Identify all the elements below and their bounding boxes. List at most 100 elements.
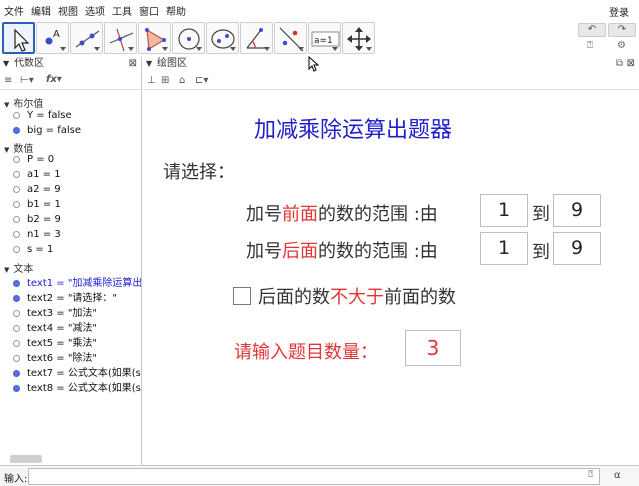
help-icon[interactable]: ⍰ [587,40,593,51]
grid-toggle-icon[interactable]: ⊞ [161,75,169,86]
visibility-toggle[interactable] [13,340,20,347]
graphics-view[interactable]: ▼ 绘图区 ⧉ ⊠ ⊥ ⊞ ⌂ ⊏▾ 加减乘除运算出题器 请选择： 加号前面的数… [143,57,639,465]
list-item[interactable]: n1 = 3 [13,229,141,240]
visibility-toggle[interactable] [13,310,20,317]
menu-tools[interactable]: 工具 [112,3,132,18]
perpendicular-tool-button[interactable] [104,22,137,54]
graphics-subtoolbar: ⊥ ⊞ ⌂ ⊏▾ [143,74,639,90]
list-item[interactable]: text3 = "加法" [13,304,141,319]
gear-icon[interactable]: ⚙ [617,40,626,51]
dropdown-indicator [196,47,202,51]
visibility-toggle[interactable] [13,295,20,302]
redo-button[interactable]: ↷ [608,23,636,37]
toolbar: A a=1 ↶ ↷ ⍰ ⚙ [0,20,639,56]
dropdown-indicator [264,47,270,51]
visibility-toggle[interactable] [13,385,20,392]
axes-toggle-icon[interactable]: ⊥ [147,75,156,86]
mouse-cursor-icon [308,56,320,72]
front-max-field[interactable]: 9 [553,194,601,227]
home-icon[interactable]: ⌂ [179,75,185,86]
line-tool-button[interactable] [70,22,103,54]
collapse-icon[interactable]: ▼ [3,57,9,71]
sort-icon[interactable]: ⊢▾ [20,75,34,86]
question-count-field[interactable]: 3 [405,330,461,366]
circle-tool-button[interactable] [172,22,205,54]
show-auxiliary-icon[interactable]: ≡ [4,75,12,86]
visibility-toggle[interactable] [13,186,20,193]
front-min-field[interactable]: 1 [480,194,528,227]
list-item[interactable]: s = 1 [13,244,141,255]
range-line-back: 加号后面的数的范围 :由 [246,241,438,262]
range-line-front: 加号前面的数的范围 :由 [246,204,438,225]
dropdown-indicator [366,47,372,51]
list-item[interactable]: Y = false [13,110,141,121]
dropdown-indicator [162,47,168,51]
svg-text:a=1: a=1 [314,36,333,46]
list-item[interactable]: text2 = "请选择：" [13,289,141,304]
svg-text:A: A [53,29,60,40]
menu-help[interactable]: 帮助 [166,3,186,18]
list-item[interactable]: a1 = 1 [13,169,141,180]
reflect-tool-button[interactable] [274,22,307,54]
list-item[interactable]: b2 = 9 [13,214,141,225]
visibility-toggle[interactable] [13,231,20,238]
visibility-toggle[interactable] [13,171,20,178]
visibility-toggle[interactable] [13,156,20,163]
move-tool-icon [14,28,30,52]
menu-options[interactable]: 选项 [85,3,105,18]
menu-view[interactable]: 视图 [58,3,78,18]
visibility-toggle[interactable] [13,325,20,332]
point-capture-icon[interactable]: ⊏▾ [195,75,208,86]
algebra-view-title: 代数区 [14,58,44,69]
description-mode-icon[interactable]: fx▾ [46,74,62,85]
not-greater-checkbox[interactable] [233,287,251,305]
back-max-field[interactable]: 9 [553,232,601,265]
visibility-toggle[interactable] [13,127,20,134]
horizontal-scrollbar[interactable] [10,455,42,463]
list-item[interactable]: a2 = 9 [13,184,141,195]
symbol-table-icon[interactable]: α [614,470,621,481]
algebra-view: ▼ 代数区 ⊠ ≡ ⊢▾ fx▾ ▼ 布尔值 Y = false big = fa… [0,57,142,465]
ellipse-tool-button[interactable] [206,22,239,54]
back-min-field[interactable]: 1 [480,232,528,265]
list-item[interactable]: big = false [13,125,141,136]
close-panel-icon[interactable]: ⊠ [129,58,137,69]
list-item[interactable]: text6 = "除法" [13,349,141,364]
input-help-icon[interactable]: ⍰ [588,470,593,480]
visibility-toggle[interactable] [13,370,20,377]
category-number[interactable]: ▼ 数值 [4,140,33,155]
polygon-tool-button[interactable] [138,22,171,54]
collapse-icon[interactable]: ▼ [146,57,152,71]
move-tool-button[interactable] [2,22,35,54]
menu-edit[interactable]: 编辑 [31,3,51,18]
visibility-toggle[interactable] [13,246,20,253]
list-item[interactable]: text1 = "加减乘除运算出题器" [13,274,141,289]
login-link[interactable]: 登录 [609,4,629,19]
list-item[interactable]: P = 0 [13,154,141,165]
visibility-toggle[interactable] [13,112,20,119]
dropdown-indicator [60,47,66,51]
visibility-toggle[interactable] [13,280,20,287]
input-field[interactable] [28,468,600,485]
list-item[interactable]: text8 = 公式文本(如果(s [13,379,141,394]
algebra-subtoolbar: ≡ ⊢▾ fx▾ [0,74,141,90]
slider-tool-button[interactable]: a=1 [308,22,341,54]
category-boolean[interactable]: ▼ 布尔值 [4,95,43,110]
list-item[interactable]: b1 = 1 [13,199,141,210]
list-item[interactable]: text5 = "乘法" [13,334,141,349]
visibility-toggle[interactable] [13,355,20,362]
visibility-toggle[interactable] [13,216,20,223]
undo-button[interactable]: ↶ [578,23,606,37]
point-tool-button[interactable]: A [36,22,69,54]
menu-file[interactable]: 文件 [4,3,24,18]
algebra-view-header: ▼ 代数区 [0,57,141,71]
move-graphics-tool-button[interactable] [342,22,375,54]
close-panel-icon[interactable]: ⊠ [627,58,635,69]
list-item[interactable]: text7 = 公式文本(如果(s [13,364,141,379]
undock-icon[interactable]: ⧉ [616,58,623,69]
category-text[interactable]: ▼ 文本 [4,260,33,275]
list-item[interactable]: text4 = "减法" [13,319,141,334]
visibility-toggle[interactable] [13,201,20,208]
angle-tool-button[interactable] [240,22,273,54]
menu-window[interactable]: 窗口 [139,3,159,18]
